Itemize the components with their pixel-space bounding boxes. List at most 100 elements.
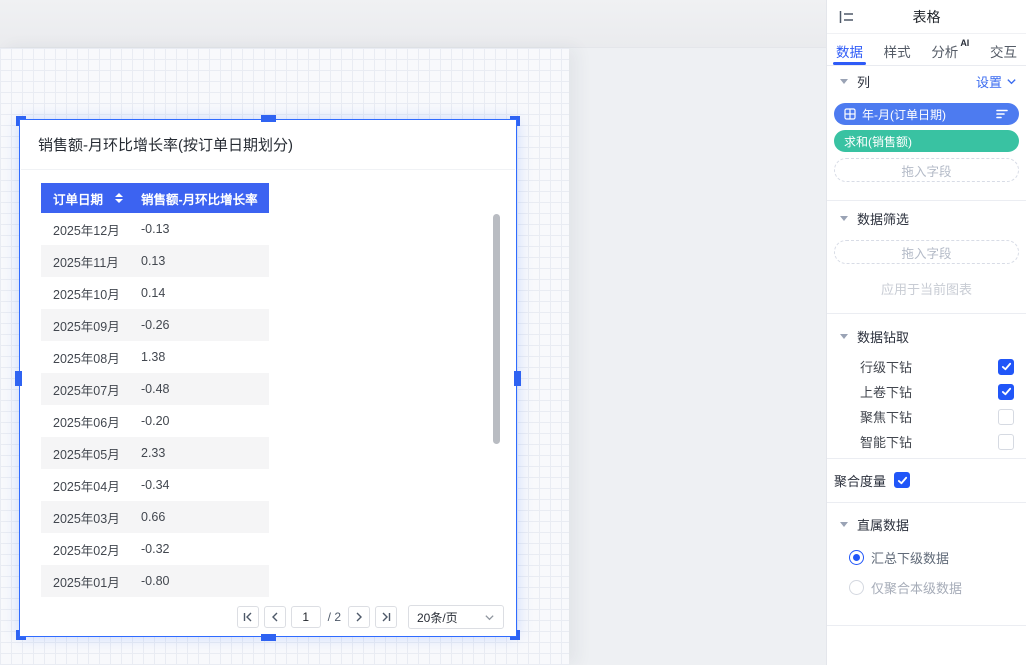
panel-tab[interactable]: 数据 — [836, 34, 863, 65]
last-page-button[interactable] — [375, 606, 397, 628]
drill-option-label: 上卷下钻 — [860, 382, 912, 401]
canvas-top-strip — [0, 0, 826, 48]
resize-handle-top-left[interactable] — [16, 116, 26, 126]
last-page-icon — [380, 611, 392, 623]
pagination-bar: 1 / 2 20条/页 — [237, 605, 504, 629]
filter-section: 数据筛选 拖入字段 应用于当前图表 — [827, 205, 1026, 298]
row-value: -0.34 — [141, 478, 170, 492]
sort-asc-icon — [115, 193, 123, 197]
drill-section-header[interactable]: 数据钻取 — [834, 324, 1019, 348]
aggregate-measure-checkbox[interactable] — [894, 472, 910, 488]
total-pages-label: / 2 — [328, 610, 341, 624]
table-widget[interactable]: 销售额-月环比增长率(按订单日期划分) 订单日期 销售额-月环比增长率 2025… — [19, 119, 517, 637]
panel-tab[interactable]: 交互 — [990, 34, 1017, 65]
sort-desc-icon — [115, 199, 123, 203]
radio-option[interactable]: 仅聚合本级数据 — [849, 578, 1019, 597]
row-date: 2025年12月 — [41, 220, 141, 239]
table-row[interactable]: 2025年02月-0.32 — [41, 533, 269, 565]
checkbox[interactable] — [998, 359, 1014, 375]
divider — [827, 458, 1026, 459]
table-row[interactable]: 2025年12月-0.13 — [41, 213, 269, 245]
caret-down-icon — [840, 334, 848, 339]
filter-section-header[interactable]: 数据筛选 — [834, 205, 1019, 231]
section-title: 数据筛选 — [857, 209, 909, 228]
columns-section-header[interactable]: 列 设置 — [834, 66, 1019, 96]
table-row[interactable]: 2025年03月0.66 — [41, 501, 269, 533]
page-size-select[interactable]: 20条/页 — [408, 605, 504, 629]
caret-down-icon — [840, 216, 848, 221]
row-date: 2025年01月 — [41, 572, 141, 591]
row-value: -0.48 — [141, 382, 170, 396]
divider — [827, 200, 1026, 201]
panel-tab[interactable]: 分析AI — [931, 34, 969, 65]
field-pill-measure[interactable]: 求和(销售额) — [834, 130, 1019, 152]
resize-handle-bottom-left[interactable] — [16, 630, 26, 640]
data-table: 订单日期 销售额-月环比增长率 2025年12月-0.132025年11月0.1… — [41, 183, 269, 597]
field-sort-icon[interactable] — [996, 108, 1009, 120]
row-date: 2025年05月 — [41, 444, 141, 463]
chevron-right-icon — [353, 611, 365, 623]
chevron-left-icon — [269, 611, 281, 623]
drill-option: 聚焦下钻 — [860, 408, 1014, 425]
divider — [827, 313, 1026, 314]
chevron-down-icon — [484, 612, 495, 623]
next-page-button[interactable] — [348, 606, 370, 628]
resize-handle-left[interactable] — [15, 371, 22, 386]
radio-label: 仅聚合本级数据 — [871, 578, 962, 597]
table-row[interactable]: 2025年08月1.38 — [41, 341, 269, 373]
table-row[interactable]: 2025年10月0.14 — [41, 277, 269, 309]
drill-option-list: 行级下钻上卷下钻聚焦下钻智能下钻 — [834, 358, 1019, 450]
column-header-date[interactable]: 订单日期 — [41, 189, 141, 208]
resize-handle-top[interactable] — [261, 115, 276, 122]
row-date: 2025年03月 — [41, 508, 141, 527]
row-value: -0.20 — [141, 414, 170, 428]
prev-page-button[interactable] — [264, 606, 286, 628]
field-label: 年-月(订单日期) — [862, 106, 946, 123]
tab-label: 数据 — [836, 41, 863, 61]
row-date: 2025年10月 — [41, 284, 141, 303]
row-date: 2025年04月 — [41, 476, 141, 495]
table-row[interactable]: 2025年05月2.33 — [41, 437, 269, 469]
checkbox[interactable] — [998, 409, 1014, 425]
drill-option: 智能下钻 — [860, 433, 1014, 450]
checkbox[interactable] — [998, 384, 1014, 400]
current-page-input[interactable]: 1 — [291, 606, 321, 628]
sort-icon[interactable] — [115, 193, 123, 203]
table-row[interactable]: 2025年04月-0.34 — [41, 469, 269, 501]
row-value: -0.32 — [141, 542, 170, 556]
checkbox[interactable] — [998, 434, 1014, 450]
table-row[interactable]: 2025年07月-0.48 — [41, 373, 269, 405]
radio-label: 汇总下级数据 — [871, 548, 949, 567]
table-row[interactable]: 2025年11月0.13 — [41, 245, 269, 277]
direct-data-section-header[interactable]: 直属数据 — [834, 512, 1019, 536]
resize-handle-bottom[interactable] — [261, 634, 276, 641]
chevron-down-icon — [1006, 76, 1017, 87]
field-pill-dimension[interactable]: 年-月(订单日期) — [834, 103, 1019, 125]
direct-data-radio-list: 汇总下级数据仅聚合本级数据 — [834, 548, 1019, 597]
vertical-scrollbar[interactable] — [493, 214, 500, 444]
table-row[interactable]: 2025年06月-0.20 — [41, 405, 269, 437]
filter-drop-zone[interactable]: 拖入字段 — [834, 240, 1019, 264]
settings-panel: 表格 数据 样式分析AI 交互 列 设置 年-月(订单日期) 求和(销售额) 拖入字段… — [826, 0, 1026, 665]
field-label: 求和(销售额) — [844, 133, 912, 150]
table-widget-card[interactable]: 销售额-月环比增长率(按订单日期划分) 订单日期 销售额-月环比增长率 2025… — [19, 119, 517, 637]
aggregate-measure-row: 聚合度量 — [827, 471, 1026, 489]
radio-option[interactable]: 汇总下级数据 — [849, 548, 1019, 567]
resize-handle-right[interactable] — [514, 371, 521, 386]
resize-handle-top-right[interactable] — [510, 116, 520, 126]
column-header-value[interactable]: 销售额-月环比增长率 — [141, 189, 269, 208]
first-page-button[interactable] — [237, 606, 259, 628]
table-row[interactable]: 2025年09月-0.26 — [41, 309, 269, 341]
resize-handle-bottom-right[interactable] — [510, 630, 520, 640]
section-title: 直属数据 — [857, 515, 909, 534]
section-title: 数据钻取 — [857, 327, 909, 346]
panel-header: 表格 — [827, 0, 1026, 34]
drill-option: 行级下钻 — [860, 358, 1014, 375]
table-row[interactable]: 2025年01月-0.80 — [41, 565, 269, 597]
aggregate-measure-label: 聚合度量 — [834, 471, 886, 490]
panel-tab[interactable]: 样式 — [884, 34, 911, 65]
table-header-row: 订单日期 销售额-月环比增长率 — [41, 183, 269, 213]
settings-button[interactable]: 设置 — [976, 72, 1019, 91]
drill-option: 上卷下钻 — [860, 383, 1014, 400]
column-drop-zone[interactable]: 拖入字段 — [834, 158, 1019, 182]
